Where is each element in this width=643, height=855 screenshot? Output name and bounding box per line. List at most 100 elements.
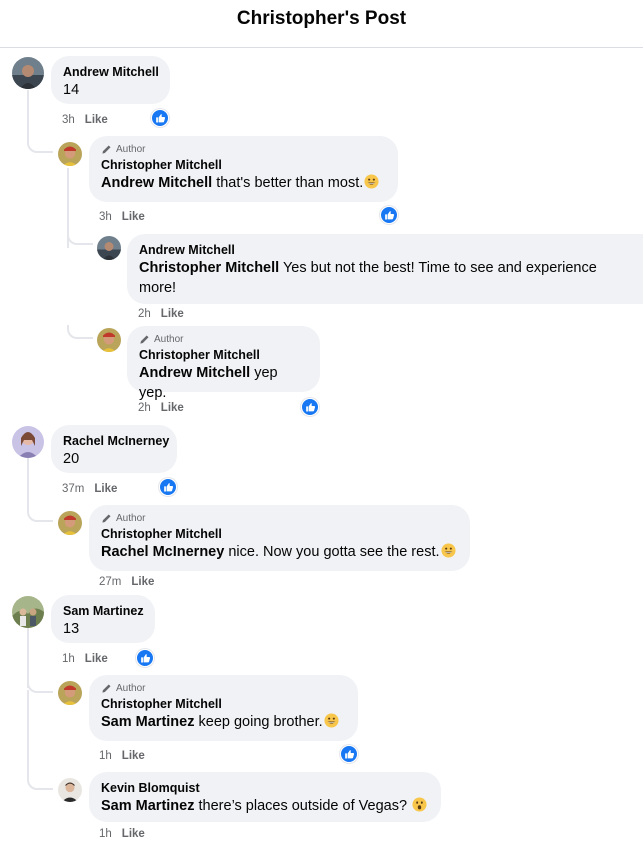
avatar-photo-icon [58, 681, 82, 705]
commenter-name[interactable]: Christopher Mitchell [139, 347, 308, 363]
avatar[interactable] [58, 778, 82, 802]
commenter-name[interactable]: Sam Martinez [63, 603, 144, 619]
commenter-name[interactable]: Christopher Mitchell [101, 526, 458, 542]
comment-text: 20 [63, 451, 80, 467]
grinning-emoji-icon [324, 713, 339, 728]
commenter-name[interactable]: Andrew Mitchell [63, 64, 159, 80]
comment-meta: 2h Like [138, 307, 184, 321]
avatar-photo-icon [58, 142, 82, 166]
comment-bubble: Rachel McInerney 20 [51, 425, 177, 473]
like-button[interactable]: Like [122, 210, 145, 224]
page-title: Christopher's Post [236, 8, 407, 29]
comment-bubble: Andrew Mitchell Christopher Mitchell Yes… [127, 234, 643, 304]
mention-link[interactable]: Sam Martinez [101, 798, 194, 814]
comment-bubble: Author Christopher Mitchell Andrew Mitch… [127, 326, 320, 401]
comment-bubble: Author Christopher Mitchell Andrew Mitch… [89, 136, 398, 202]
avatar-photo-icon [58, 511, 82, 535]
commenter-name[interactable]: Christopher Mitchell [101, 696, 346, 712]
comment-text: 13 [63, 621, 80, 637]
thread-connector [67, 232, 93, 245]
author-badge: Author [101, 681, 346, 696]
avatar[interactable] [97, 328, 121, 352]
avatar[interactable] [12, 426, 44, 458]
author-badge: Author [139, 332, 308, 347]
like-button[interactable]: Like [94, 482, 117, 496]
comment-text: 14 [63, 82, 80, 98]
timestamp[interactable]: 1h [99, 749, 112, 763]
thread-connector [27, 458, 53, 522]
comment-meta: 27m Like [99, 575, 154, 589]
comment-meta: 3h Like [99, 210, 145, 224]
pencil-icon [101, 513, 112, 524]
comment-text: Christopher Mitchell Yes but not the bes… [139, 260, 597, 296]
avatar[interactable] [58, 511, 82, 535]
commenter-name[interactable]: Christopher Mitchell [101, 157, 386, 173]
timestamp[interactable]: 3h [99, 210, 112, 224]
grinning-emoji-icon [441, 543, 456, 558]
thread-connector [27, 690, 53, 790]
like-reaction-icon[interactable] [301, 398, 319, 416]
like-button[interactable]: Like [161, 401, 184, 415]
mention-link[interactable]: Christopher Mitchell [139, 260, 279, 276]
comment-meta: 1h Like [62, 652, 108, 666]
surprised-emoji-icon [412, 797, 427, 812]
mention-link[interactable]: Andrew Mitchell [101, 175, 212, 191]
avatar-photo-icon [12, 426, 44, 458]
comment-bubble: Kevin Blomquist Sam Martinez there’s pla… [89, 772, 441, 822]
comment-bubble: Sam Martinez 13 [51, 595, 155, 643]
avatar[interactable] [58, 681, 82, 705]
avatar[interactable] [58, 142, 82, 166]
commenter-name[interactable]: Kevin Blomquist [101, 780, 429, 796]
timestamp[interactable]: 1h [99, 827, 112, 841]
timestamp[interactable]: 37m [62, 482, 84, 496]
comment-bubble: Andrew Mitchell 14 [51, 56, 170, 104]
timestamp[interactable]: 2h [138, 307, 151, 321]
timestamp[interactable]: 1h [62, 652, 75, 666]
timestamp[interactable]: 2h [138, 401, 151, 415]
like-reaction-icon[interactable] [340, 745, 358, 763]
like-reaction-icon[interactable] [159, 478, 177, 496]
like-button[interactable]: Like [161, 307, 184, 321]
avatar[interactable] [97, 236, 121, 260]
like-button[interactable]: Like [85, 113, 108, 127]
pencil-icon [101, 683, 112, 694]
like-button[interactable]: Like [85, 652, 108, 666]
pencil-icon [139, 334, 150, 345]
avatar-photo-icon [58, 778, 82, 802]
commenter-name[interactable]: Rachel McInerney [63, 433, 169, 449]
thread-connector [67, 325, 93, 339]
like-reaction-icon[interactable] [151, 109, 169, 127]
grinning-emoji-icon [364, 174, 379, 189]
like-reaction-icon[interactable] [380, 206, 398, 224]
avatar-photo-icon [12, 596, 44, 628]
avatar[interactable] [12, 57, 44, 89]
timestamp[interactable]: 3h [62, 113, 75, 127]
thread-connector [27, 140, 53, 153]
comment-bubble: Author Christopher Mitchell Sam Martinez… [89, 675, 358, 741]
comment-meta: 2h Like [138, 401, 184, 415]
avatar-photo-icon [97, 236, 121, 260]
comment-text: Sam Martinez there’s places outside of V… [101, 796, 429, 816]
thread-connector [27, 90, 29, 144]
mention-link[interactable]: Rachel McInerney [101, 544, 224, 560]
mention-link[interactable]: Sam Martinez [101, 714, 194, 730]
author-badge: Author [101, 142, 386, 157]
comment-text: Rachel McInerney nice. Now you gotta see… [101, 542, 458, 562]
avatar[interactable] [12, 596, 44, 628]
comment-text: Andrew Mitchell that's better than most. [101, 173, 386, 193]
like-button[interactable]: Like [122, 749, 145, 763]
comment-text: Andrew Mitchell yep yep. [139, 365, 278, 401]
like-button[interactable]: Like [122, 827, 145, 841]
timestamp[interactable]: 27m [99, 575, 121, 589]
avatar-photo-icon [12, 57, 44, 89]
mention-link[interactable]: Andrew Mitchell [139, 365, 250, 381]
commenter-name[interactable]: Andrew Mitchell [139, 242, 631, 258]
thread-connector [27, 628, 29, 688]
avatar-photo-icon [97, 328, 121, 352]
like-button[interactable]: Like [131, 575, 154, 589]
comment-bubble: Author Christopher Mitchell Rachel McIne… [89, 505, 470, 571]
post-header: Christopher's Post [0, 0, 643, 48]
comment-meta: 1h Like [99, 749, 145, 763]
comment-text: Sam Martinez keep going brother. [101, 712, 346, 732]
like-reaction-icon[interactable] [136, 649, 154, 667]
